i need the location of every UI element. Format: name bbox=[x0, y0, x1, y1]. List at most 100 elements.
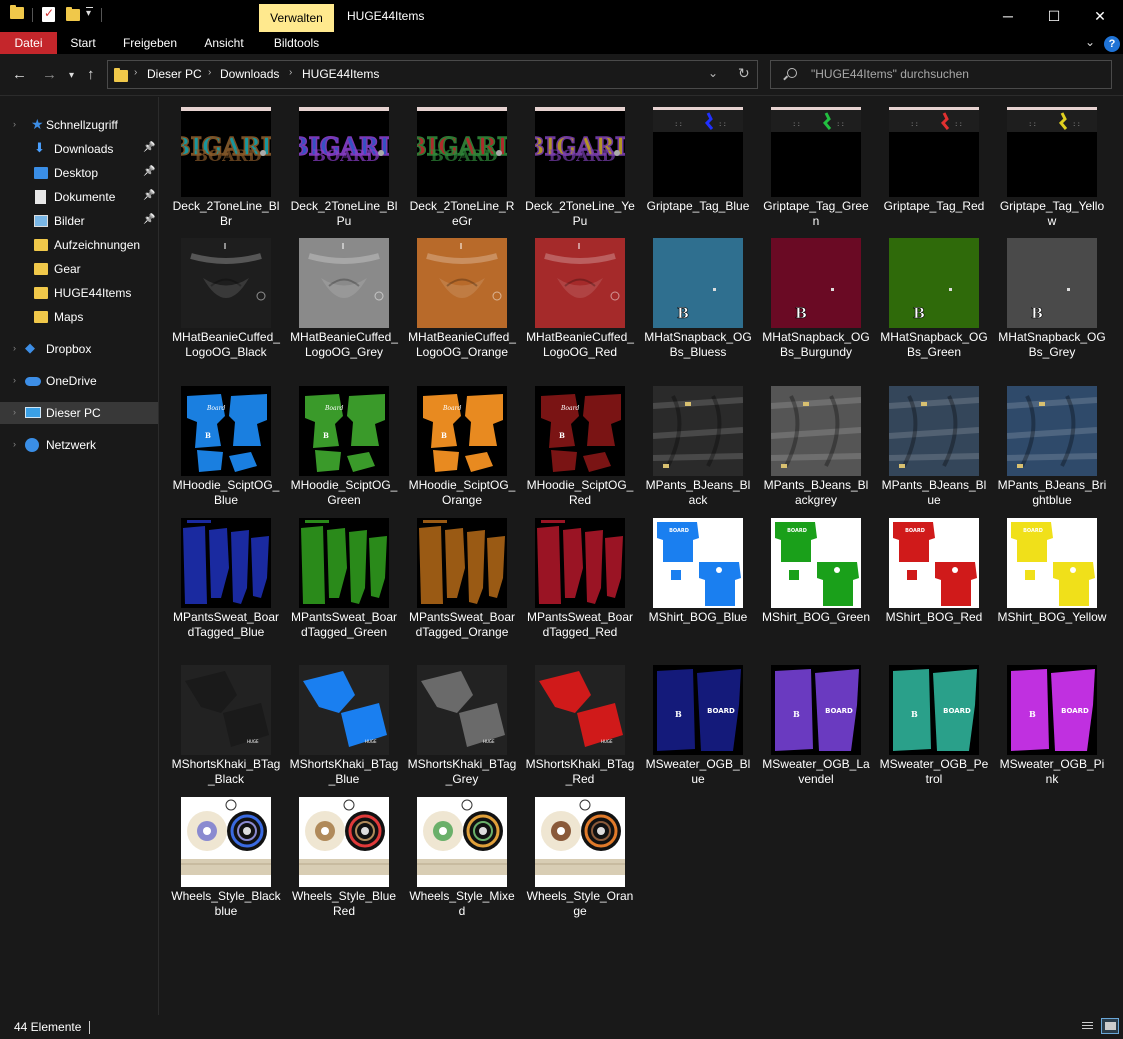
breadcrumb-dieser-pc[interactable]: Dieser PC bbox=[147, 67, 202, 81]
breadcrumb-chevron-icon[interactable]: › bbox=[289, 67, 292, 78]
folder-icon bbox=[34, 311, 48, 323]
sidebar-item-dieser-pc[interactable]: › Dieser PC bbox=[0, 402, 158, 424]
tab-bildtools[interactable]: Bildtools bbox=[259, 32, 334, 54]
navigation-pane: › ★ Schnellzugriff ⬇ Downloads 📌 Desktop 📌 Dokum… bbox=[0, 97, 159, 1015]
svg-text:B: B bbox=[911, 709, 918, 719]
address-bar[interactable]: › Dieser PC › Downloads › HUGE44Items ⌄ … bbox=[107, 60, 758, 89]
help-icon[interactable]: ? bbox=[1104, 36, 1120, 52]
close-button[interactable]: ✕ bbox=[1077, 0, 1123, 32]
expand-chevron-icon[interactable]: › bbox=[13, 439, 16, 449]
large-icons-view-icon[interactable] bbox=[1101, 1018, 1119, 1034]
file-thumbnail: Board B bbox=[535, 386, 625, 476]
file-thumbnail: BOARD bbox=[889, 518, 979, 608]
pictures-icon bbox=[34, 215, 48, 227]
file-name: MPantsSweat_BoardTagged_Blue bbox=[172, 610, 280, 639]
tab-freigeben[interactable]: Freigeben bbox=[109, 32, 191, 54]
new-folder-icon[interactable] bbox=[66, 7, 80, 24]
search-input[interactable] bbox=[811, 67, 1101, 81]
breadcrumb-huge44items[interactable]: HUGE44Items bbox=[302, 67, 379, 81]
svg-text:Board: Board bbox=[324, 405, 343, 412]
file-thumbnail: B bbox=[771, 238, 861, 328]
file-name: MShirt_BOG_Yellow bbox=[997, 610, 1107, 624]
sidebar-item-maps[interactable]: Maps bbox=[0, 306, 158, 328]
svg-text:HUGE: HUGE bbox=[601, 739, 613, 744]
file-thumbnail: Board B bbox=[417, 386, 507, 476]
expand-ribbon-icon[interactable]: ⌄ bbox=[1085, 35, 1095, 49]
file-thumbnail: BOARD bbox=[771, 518, 861, 608]
file-name: MPantsSweat_BoardTagged_Green bbox=[290, 610, 398, 639]
window-title: HUGE44Items bbox=[347, 9, 425, 23]
breadcrumb-downloads[interactable]: Downloads bbox=[220, 67, 279, 81]
minimize-button[interactable]: ─ bbox=[985, 0, 1031, 32]
tab-ansicht[interactable]: Ansicht bbox=[191, 32, 257, 54]
file-name: Wheels_Style_BlueRed bbox=[291, 889, 397, 918]
file-thumbnail: B bbox=[1007, 238, 1097, 328]
sidebar-item-downloads[interactable]: ⬇ Downloads 📌 bbox=[0, 138, 158, 160]
folder-icon bbox=[34, 263, 48, 275]
tab-start[interactable]: Start bbox=[57, 32, 109, 54]
file-name: MHatSnapback_OGBs_Burgundy bbox=[762, 330, 870, 359]
forward-arrow-icon[interactable]: → bbox=[42, 66, 57, 83]
up-arrow-icon[interactable]: ↑ bbox=[87, 66, 95, 83]
sidebar-item-bilder[interactable]: Bilder 📌 bbox=[0, 210, 158, 232]
sidebar-item-label: Downloads bbox=[54, 142, 114, 156]
folder-icon bbox=[34, 287, 48, 299]
folder-icon bbox=[114, 68, 128, 82]
separator bbox=[32, 8, 33, 22]
sidebar-item-label: Netzwerk bbox=[46, 438, 97, 452]
details-view-icon[interactable] bbox=[1078, 1018, 1096, 1034]
file-name: MHatBeanieCuffed_LogoOG_Grey bbox=[290, 330, 398, 359]
maximize-button[interactable]: ☐ bbox=[1031, 0, 1077, 32]
refresh-icon[interactable]: ↻ bbox=[738, 65, 750, 82]
sidebar-item-netzwerk[interactable]: › Netzwerk bbox=[0, 434, 158, 456]
sidebar-item-label: HUGE44Items bbox=[54, 286, 132, 300]
tab-datei[interactable]: Datei bbox=[0, 32, 57, 54]
svg-text:BOARD: BOARD bbox=[943, 707, 971, 715]
address-dropdown-icon[interactable]: ⌄ bbox=[708, 66, 718, 80]
svg-text:B: B bbox=[1029, 709, 1036, 719]
file-name: MHatSnapback_OGBs_Grey bbox=[998, 330, 1106, 359]
sidebar-item-label: Dieser PC bbox=[46, 406, 101, 420]
sidebar-item-desktop[interactable]: Desktop 📌 bbox=[0, 162, 158, 184]
expand-chevron-icon[interactable]: › bbox=[13, 343, 16, 353]
svg-text:B: B bbox=[677, 306, 689, 322]
file-name: Griptape_Tag_Red bbox=[883, 199, 985, 213]
file-name: MHatSnapback_OGBs_Bluess bbox=[644, 330, 752, 359]
svg-text:: :: : : bbox=[837, 120, 844, 128]
file-name: Wheels_Style_Blackblue bbox=[171, 889, 281, 918]
file-name: MSweater_OGB_Pink bbox=[999, 757, 1105, 786]
context-tab-verwalten[interactable]: Verwalten bbox=[259, 4, 334, 32]
sidebar-item-gear[interactable]: Gear bbox=[0, 258, 158, 280]
navigation-bar: ← → ▾ ↑ › Dieser PC › Downloads › HUGE44… bbox=[0, 54, 1123, 96]
sidebar-item-dropbox[interactable]: › ◆ Dropbox bbox=[0, 338, 158, 360]
sidebar-item-huge44items[interactable]: HUGE44Items bbox=[0, 282, 158, 304]
file-name: MHatSnapback_OGBs_Green bbox=[880, 330, 988, 359]
file-name: Wheels_Style_Orange bbox=[526, 889, 634, 918]
folder-icon bbox=[34, 239, 48, 251]
file-thumbnail: : : : : bbox=[889, 107, 979, 197]
expand-chevron-icon[interactable]: › bbox=[13, 375, 16, 385]
file-thumbnail bbox=[181, 518, 271, 608]
svg-text:B: B bbox=[795, 306, 807, 322]
back-arrow-icon[interactable]: ← bbox=[12, 66, 27, 83]
file-thumbnail bbox=[1007, 386, 1097, 476]
svg-text:B: B bbox=[793, 709, 800, 719]
search-box[interactable] bbox=[770, 60, 1112, 89]
svg-text:B: B bbox=[1031, 306, 1043, 322]
sidebar-item-dokumente[interactable]: Dokumente 📌 bbox=[0, 186, 158, 208]
status-bar: 44 Elemente bbox=[0, 1015, 1123, 1039]
breadcrumb-chevron-icon[interactable]: › bbox=[208, 67, 211, 78]
item-count: 44 Elemente bbox=[14, 1020, 82, 1034]
sidebar-item-aufzeichnungen[interactable]: Aufzeichnungen bbox=[0, 234, 158, 256]
sidebar-item-schnellzugriff[interactable]: › ★ Schnellzugriff bbox=[0, 114, 158, 136]
expand-chevron-icon[interactable]: › bbox=[13, 407, 16, 417]
sidebar-item-onedrive[interactable]: › OneDrive bbox=[0, 370, 158, 392]
breadcrumb-chevron-icon[interactable]: › bbox=[134, 67, 137, 78]
folder-icon[interactable] bbox=[10, 5, 24, 19]
recent-locations-icon[interactable]: ▾ bbox=[69, 70, 74, 81]
properties-icon[interactable] bbox=[42, 6, 55, 22]
sidebar-item-label: Dokumente bbox=[54, 190, 116, 204]
svg-text:: :: : : bbox=[719, 120, 726, 128]
expand-chevron-icon[interactable]: › bbox=[13, 119, 16, 129]
file-thumbnail: BIGARD BOARD bbox=[417, 107, 507, 197]
